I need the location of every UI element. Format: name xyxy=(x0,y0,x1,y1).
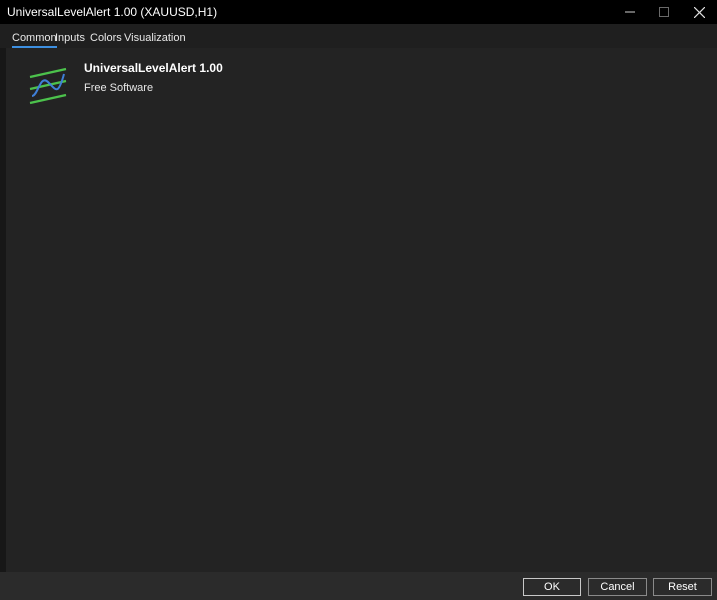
close-icon xyxy=(693,6,705,18)
dialog-footer: OK Cancel Reset xyxy=(0,572,717,600)
common-tab-panel: UniversalLevelAlert 1.00 Free Software xyxy=(6,48,717,572)
indicator-wave-icon xyxy=(29,67,67,105)
license-text: Free Software xyxy=(84,82,154,94)
indicator-properties-dialog: UniversalLevelAlert 1.00 (XAUUSD,H1) Com… xyxy=(0,0,717,600)
close-button[interactable] xyxy=(682,0,716,24)
minimize-button[interactable] xyxy=(613,0,647,24)
tab-common[interactable]: Common xyxy=(12,32,57,48)
reset-button[interactable]: Reset xyxy=(653,578,712,596)
product-name: UniversalLevelAlert 1.00 xyxy=(84,61,223,75)
tab-colors[interactable]: Colors xyxy=(90,32,122,44)
maximize-button[interactable] xyxy=(647,0,681,24)
title-bar[interactable]: UniversalLevelAlert 1.00 (XAUUSD,H1) xyxy=(0,0,717,24)
ok-button[interactable]: OK xyxy=(523,578,581,596)
tab-bar: Common Inputs Colors Visualization xyxy=(0,24,717,48)
minimize-icon xyxy=(625,11,635,13)
cancel-button[interactable]: Cancel xyxy=(588,578,647,596)
tab-visualization[interactable]: Visualization xyxy=(124,32,186,44)
tab-inputs[interactable]: Inputs xyxy=(55,32,85,44)
window-title: UniversalLevelAlert 1.00 (XAUUSD,H1) xyxy=(7,5,218,19)
maximize-icon xyxy=(659,7,669,17)
